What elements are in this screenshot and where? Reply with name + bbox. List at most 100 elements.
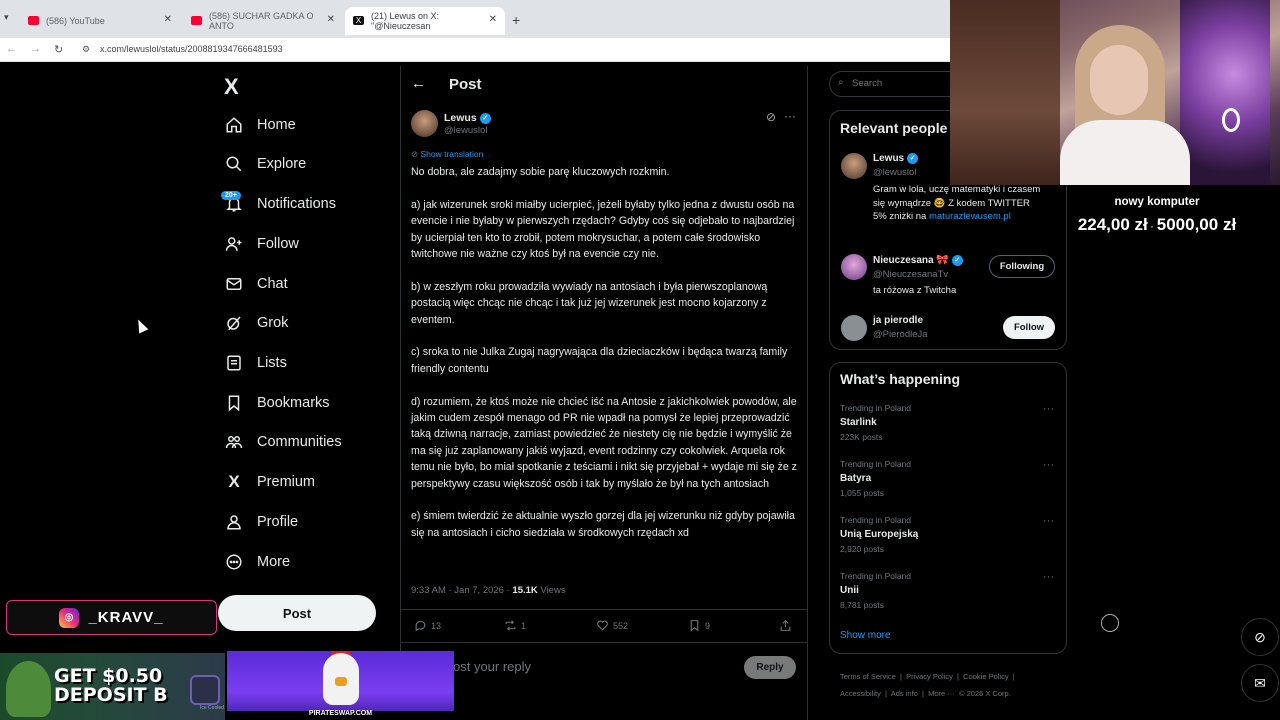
browser-tab-youtube-2[interactable]: (586) SUCHAR GADKA O ANTO ✕: [183, 7, 343, 35]
nav-follow[interactable]: Follow: [224, 232, 299, 256]
nav-grok[interactable]: Grok: [224, 311, 288, 335]
browser-tab-bar: ▾ (586) YouTube ✕ (586) SUCHAR GADKA O A…: [0, 0, 950, 38]
search-input[interactable]: Search: [829, 71, 969, 97]
nav-label: Lists: [257, 355, 287, 371]
post-paragraph: No dobra, ale zadajmy sobie parę kluczow…: [411, 166, 670, 178]
back-arrow-icon[interactable]: ←: [411, 75, 426, 92]
footer-links: Terms of Service | Privacy Policy | Cook…: [840, 672, 1015, 698]
avatar[interactable]: [411, 110, 438, 137]
views-label: Views: [537, 585, 566, 596]
search-icon: [224, 154, 244, 174]
more-options-icon[interactable]: ···: [1043, 515, 1054, 527]
nav-label: More: [257, 554, 291, 570]
heart-icon: [597, 620, 608, 631]
person-name[interactable]: Nieuczesana 🎀 ✓: [873, 255, 963, 266]
notifications-badge: 20+: [221, 191, 241, 200]
reload-icon[interactable]: ↻: [54, 43, 63, 56]
nav-label: Chat: [257, 276, 288, 292]
repost-button[interactable]: 1: [504, 619, 526, 632]
pirateswap-ad-banner: PIRATESWAP.COM: [227, 651, 454, 720]
site-info-icon[interactable]: ⚙: [82, 44, 90, 55]
share-button[interactable]: [779, 619, 796, 632]
more-options-icon[interactable]: ···: [1043, 459, 1054, 471]
person-bio: ta różowa z Twitcha: [873, 285, 957, 296]
footer-link[interactable]: Privacy Policy: [906, 672, 953, 681]
footer-link[interactable]: Cookie Policy: [963, 672, 1008, 681]
webcam-ring-light: [1222, 108, 1240, 132]
search-icon: ⌕: [838, 77, 844, 88]
grok-float-button[interactable]: ⊘: [1241, 618, 1279, 656]
person-name[interactable]: Lewus ✓: [873, 153, 919, 164]
back-icon[interactable]: ←: [6, 43, 17, 55]
nav-premium[interactable]: X Premium: [224, 470, 315, 494]
footer-link[interactable]: Terms of Service: [840, 672, 896, 681]
tab-title: (21) Lewus on X: "@Nieuczesan: [371, 11, 440, 31]
following-button[interactable]: Following: [989, 255, 1055, 278]
person-bio: Gram w lola, uczę matematyki i czasem si…: [873, 183, 1043, 224]
instagram-handle-overlay: ◎ _KRAVV_: [6, 600, 217, 635]
views-count: 15.1K: [512, 585, 538, 596]
nav-profile[interactable]: Profile: [224, 510, 298, 534]
like-button[interactable]: 552: [596, 619, 628, 632]
tab-list-chevron-icon[interactable]: ▾: [4, 12, 9, 23]
close-icon[interactable]: ✕: [327, 14, 335, 25]
show-translation-link[interactable]: ⊘ Show translation: [411, 149, 483, 160]
post-button[interactable]: Post: [218, 595, 376, 631]
forward-icon[interactable]: →: [30, 43, 41, 55]
nav-explore[interactable]: Explore: [224, 152, 306, 176]
nav-communities[interactable]: Communities: [224, 430, 342, 454]
webcam-feed: [950, 0, 1280, 185]
footer-link[interactable]: Ads info: [891, 689, 918, 698]
post-timestamp[interactable]: 9:33 AM · Jan 7, 2026 ·: [411, 585, 512, 596]
nav-bookmarks[interactable]: Bookmarks: [224, 391, 330, 415]
follow-button[interactable]: Follow: [1003, 316, 1055, 339]
footer-link[interactable]: Accessibility: [840, 689, 881, 698]
close-icon[interactable]: ✕: [164, 14, 172, 25]
avatar[interactable]: [841, 315, 867, 341]
author-handle[interactable]: @lewuslol: [444, 125, 487, 136]
bookmark-icon: [224, 393, 244, 413]
nav-home[interactable]: Home: [224, 113, 296, 137]
instagram-icon: ◎: [59, 607, 80, 628]
nav-more[interactable]: More: [224, 550, 290, 574]
avatar[interactable]: [841, 254, 867, 280]
trend-name[interactable]: Unią Europejską: [840, 529, 918, 540]
donation-goal-title: nowy komputer: [1114, 196, 1200, 208]
goal-current: 224,00 zł: [1077, 215, 1148, 234]
bio-link[interactable]: maturazlewusem.pl: [929, 211, 1011, 222]
close-icon[interactable]: ✕: [489, 14, 497, 25]
trend-name[interactable]: Batyra: [840, 473, 871, 484]
browser-tab-youtube-1[interactable]: (586) YouTube ✕: [20, 7, 180, 35]
more-options-icon[interactable]: ···: [1043, 571, 1054, 583]
reply-submit-button[interactable]: Reply: [744, 656, 796, 679]
show-more-link[interactable]: Show more: [840, 630, 891, 641]
new-tab-button[interactable]: +: [512, 12, 520, 28]
nav-label: Profile: [257, 514, 299, 530]
grok-icon[interactable]: ⊘: [766, 110, 776, 124]
nav-label: Communities: [257, 434, 342, 450]
post-paragraph: d) rozumiem, że ktoś może nie chcieć iść…: [411, 395, 797, 490]
footer-link[interactable]: More ···: [928, 689, 955, 698]
nav-lists[interactable]: Lists: [224, 351, 287, 375]
repost-count: 1: [521, 620, 527, 631]
trend-name[interactable]: Starlink: [840, 417, 877, 428]
trend-count: 223K posts: [840, 432, 883, 442]
person-name[interactable]: ja pierodle: [873, 315, 923, 326]
tab-title: (586) YouTube: [46, 16, 105, 26]
webcam-person-shirt: [1060, 120, 1190, 185]
reply-button[interactable]: 13: [414, 619, 441, 632]
reply-input[interactable]: ost your reply: [453, 659, 531, 674]
grok-icon: [224, 313, 244, 333]
more-options-icon[interactable]: ···: [1043, 403, 1054, 415]
trend-context: Trending in Poland: [840, 571, 912, 581]
more-options-icon[interactable]: ···: [784, 109, 796, 123]
nav-chat[interactable]: Chat: [224, 272, 288, 296]
trend-name[interactable]: Unii: [840, 585, 859, 596]
messages-float-button[interactable]: ✉: [1241, 664, 1279, 702]
author-name[interactable]: Lewus ✓: [444, 112, 491, 124]
url-field[interactable]: x.com/lewuslol/status/200881934766648159…: [100, 44, 283, 54]
browser-tab-x[interactable]: X (21) Lewus on X: "@Nieuczesan ✕: [345, 7, 505, 35]
x-logo[interactable]: X: [224, 74, 239, 100]
bookmark-button[interactable]: 9: [688, 619, 710, 632]
avatar[interactable]: [841, 153, 867, 179]
